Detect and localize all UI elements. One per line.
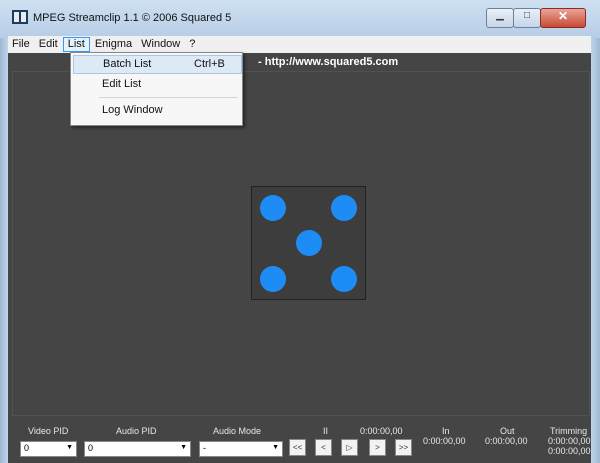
trimming-label: Trimming: [550, 426, 588, 436]
audio-pid-label: Audio PID: [116, 426, 157, 436]
menu-item-label: Log Window: [102, 104, 163, 116]
logo-dot: [260, 195, 286, 221]
window-title: MPEG Streamclip 1.1 © 2006 Squared 5: [33, 12, 232, 24]
menu-separator: [99, 97, 238, 98]
menu-edit[interactable]: Edit: [35, 37, 62, 52]
menu-window[interactable]: Window: [137, 37, 184, 52]
maximize-button[interactable]: □: [513, 8, 541, 28]
chevron-down-icon: ▼: [180, 444, 187, 451]
logo-dot: [331, 195, 357, 221]
select-value: -: [203, 443, 206, 453]
video-pid-label: Video PID: [28, 426, 69, 436]
logo-dot: [296, 230, 322, 256]
chevron-down-icon: ▼: [272, 444, 279, 451]
select-value: 0: [88, 443, 94, 453]
out-label: Out: [500, 426, 515, 436]
minimize-button[interactable]: ▁: [486, 8, 514, 28]
forward-fast-button[interactable]: >>: [395, 439, 412, 456]
select-value: 0: [24, 443, 30, 453]
audio-pid-select[interactable]: 0 ▼: [84, 441, 191, 457]
audio-mode-select[interactable]: - ▼: [199, 441, 283, 457]
trimming-time: 0:00:00,00: [548, 446, 591, 456]
menu-item-log-window[interactable]: Log Window: [73, 101, 240, 119]
app-icon: [12, 10, 28, 24]
menu-file[interactable]: File: [8, 37, 34, 52]
forward-button[interactable]: >: [369, 439, 386, 456]
logo-dot: [260, 266, 286, 292]
list-menu-dropdown: Batch List Ctrl+B Edit List Log Window: [70, 52, 243, 126]
video-pid-select[interactable]: 0 ▼: [20, 441, 77, 457]
app-window: MPEG Streamclip 1.1 © 2006 Squared 5 ▁ □…: [0, 0, 600, 463]
pause-indicator: II: [323, 426, 329, 436]
trimming-time: 0:00:00,00: [548, 436, 591, 446]
current-time: 0:00:00,00: [360, 426, 403, 436]
menu-item-shortcut: Ctrl+B: [194, 58, 225, 70]
maximize-icon: □: [523, 10, 531, 21]
in-label: In: [442, 426, 450, 436]
menu-help[interactable]: ?: [185, 37, 199, 52]
url-text: - http://www.squared5.com: [258, 56, 399, 68]
menu-list[interactable]: List: [62, 37, 90, 52]
menu-item-edit-list[interactable]: Edit List: [73, 75, 240, 93]
window-border-right: [591, 38, 600, 463]
window-controls: ▁ □ ✕: [486, 8, 586, 28]
menu-item-label: Edit List: [102, 78, 142, 90]
close-icon: ✕: [557, 9, 569, 23]
logo-dot: [331, 266, 357, 292]
menu-item-batch-list[interactable]: Batch List Ctrl+B: [73, 55, 242, 74]
out-time: 0:00:00,00: [485, 436, 528, 446]
menu-item-label: Batch List: [103, 58, 152, 70]
menu-bar: File Edit List Enigma Window ?: [8, 36, 591, 53]
in-time: 0:00:00,00: [423, 436, 466, 446]
chevron-down-icon: ▼: [66, 444, 73, 451]
minimize-icon: ▁: [496, 10, 504, 21]
rewind-button[interactable]: <: [315, 439, 332, 456]
play-button[interactable]: ▷: [341, 439, 358, 456]
audio-mode-label: Audio Mode: [213, 426, 262, 436]
rewind-fast-button[interactable]: <<: [289, 439, 306, 456]
window-border-left: [0, 38, 8, 463]
squared5-logo: [251, 186, 366, 300]
close-button[interactable]: ✕: [540, 8, 586, 28]
menu-enigma[interactable]: Enigma: [91, 37, 136, 52]
title-bar[interactable]: MPEG Streamclip 1.1 © 2006 Squared 5 ▁ □…: [0, 0, 600, 38]
